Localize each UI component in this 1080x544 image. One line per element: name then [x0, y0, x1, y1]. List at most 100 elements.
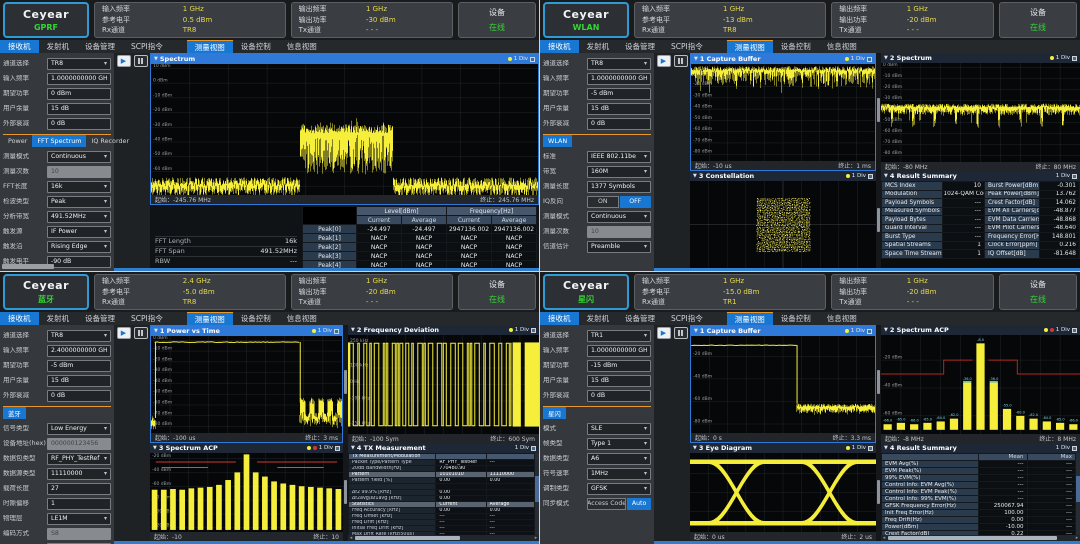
tab-receiver[interactable]: 接收机 [0, 40, 39, 53]
splitter-handle[interactable] [877, 98, 880, 122]
tab-transmitter[interactable]: 发射机 [39, 40, 78, 53]
measure-mode-select[interactable]: Continuous▾ [47, 151, 111, 163]
tab-measure-view[interactable]: 测量视图 [187, 312, 233, 325]
tab-transmitter[interactable]: 发射机 [579, 40, 618, 53]
panel-header-tx-measurement[interactable]: ▼4 TX Measurement1 Div [348, 443, 539, 453]
panel-header-result-summary[interactable]: ▼4 Result Summary1 Div [881, 443, 1080, 453]
tab-info-view[interactable]: 信息视图 [279, 40, 325, 53]
input-frequency-input[interactable]: 1.0000000000 GHz [587, 345, 651, 357]
panel-header-frequency-deviation[interactable]: ▼2 Frequency Deviation1 Div [348, 325, 539, 335]
input-frequency-input[interactable]: 1.0000000000 GHz [587, 73, 651, 85]
measure-mode-select[interactable]: Continuous▾ [587, 211, 651, 223]
panel-header-result-summary[interactable]: ▼4 Result Summary1 Div [881, 171, 1080, 181]
data-type-select[interactable]: A6▾ [587, 453, 651, 465]
trigger-edge-select[interactable]: Rising Edge▾ [47, 241, 111, 253]
pause-button[interactable] [674, 55, 688, 67]
channel-select-select[interactable]: TR8▾ [47, 58, 111, 70]
tab-device-manage[interactable]: 设备管理 [617, 312, 663, 325]
bandwidth-select[interactable]: 160M▾ [587, 166, 651, 178]
play-button[interactable]: ▶ [657, 55, 671, 67]
horizontal-scrollbar[interactable]: ◂▸ [881, 535, 1080, 541]
pause-button[interactable] [134, 327, 148, 339]
plot-capture-buffer[interactable] [691, 336, 875, 433]
subtab-power[interactable]: Power [3, 135, 32, 147]
sync-mode-option-access-code[interactable]: Access Code [587, 498, 626, 510]
mode-tab-sparklink[interactable]: 星闪 [543, 407, 566, 419]
horizontal-scrollbar[interactable]: ◂▸ [348, 535, 539, 541]
expected-power-input[interactable]: -15 dBm [587, 360, 651, 372]
plot-spectrum[interactable] [881, 63, 1080, 162]
plot-constellation[interactable] [690, 181, 876, 268]
pause-button[interactable] [674, 327, 688, 339]
tab-transmitter[interactable]: 发射机 [39, 312, 78, 325]
play-button[interactable]: ▶ [117, 327, 131, 339]
panel-header-constellation[interactable]: ▼3 Constellation1 Div [690, 171, 876, 181]
scrollbar-thumb[interactable] [355, 536, 460, 540]
channel-select-select[interactable]: TR8▾ [47, 330, 111, 342]
external-attenuation-input[interactable]: 0 dB [587, 118, 651, 130]
tab-info-view[interactable]: 信息视图 [819, 312, 865, 325]
tab-device-control[interactable]: 设备控制 [773, 312, 819, 325]
trigger-offset-input[interactable]: 0 [47, 271, 111, 272]
pin-icon[interactable] [335, 446, 340, 451]
panel-header-power-vs-time[interactable]: ▼1 Power vs Time1 Div [151, 326, 342, 336]
mode-select[interactable]: SLE▾ [587, 423, 651, 435]
ceyear-logo[interactable]: CeyearWLAN [543, 2, 629, 38]
subtab-iq-recorder[interactable]: IQ Recorder [86, 135, 134, 147]
ceyear-logo[interactable]: CeyearGPRF [3, 2, 89, 38]
scrollbar-thumb[interactable] [1076, 476, 1080, 502]
external-attenuation-input[interactable]: 0 dB [47, 118, 111, 130]
sidebar-scrollbar[interactable] [2, 264, 54, 269]
pin-icon[interactable] [1072, 56, 1077, 61]
splitter-handle[interactable] [344, 370, 347, 394]
tab-info-view[interactable]: 信息视图 [819, 40, 865, 53]
pin-icon[interactable] [1072, 174, 1077, 179]
subtab-fft-spectrum[interactable]: FFT Spectrum [32, 135, 86, 147]
pause-button[interactable] [134, 55, 148, 67]
expected-power-input[interactable]: -5 dBm [47, 360, 111, 372]
sync-mode-option-auto[interactable]: Auto [627, 498, 651, 510]
trigger-level-input[interactable]: -90 dB [47, 256, 111, 268]
mode-tab-wlan[interactable]: WLAN [543, 135, 572, 147]
plot-spectrum-acp[interactable] [150, 453, 343, 532]
splitter-handle[interactable] [877, 208, 880, 232]
tab-receiver[interactable]: 接收机 [540, 312, 579, 325]
pin-icon[interactable] [531, 446, 536, 451]
pin-icon[interactable] [868, 446, 873, 451]
play-button[interactable]: ▶ [117, 55, 131, 67]
external-attenuation-input[interactable]: 0 dB [587, 390, 651, 402]
tab-scpi[interactable]: SCPI指令 [123, 40, 171, 53]
channel-select-select[interactable]: TR1▾ [587, 330, 651, 342]
trigger-source-select[interactable]: IF Power▾ [47, 226, 111, 238]
channel-select-select[interactable]: TR8▾ [587, 58, 651, 70]
mode-tab-bluetooth[interactable]: 蓝牙 [3, 407, 26, 419]
packet-type-select[interactable]: RF_PHY_TestRef▾ [47, 453, 111, 465]
payload-length-input[interactable]: 27 [47, 483, 111, 495]
panel-splitter[interactable] [343, 443, 348, 541]
tab-device-manage[interactable]: 设备管理 [77, 40, 123, 53]
tab-device-control[interactable]: 设备控制 [233, 312, 279, 325]
pin-icon[interactable] [1072, 446, 1077, 451]
panel-header-capture-buffer[interactable]: ▼1 Capture Buffer1 Div [691, 326, 875, 336]
panel-header-spectrum[interactable]: ▼Spectrum1 Div [151, 54, 538, 64]
input-frequency-input[interactable]: 1.0000000000 GHz [47, 73, 111, 85]
data-source-type-select[interactable]: 11110000▾ [47, 468, 111, 480]
play-button[interactable]: ▶ [657, 327, 671, 339]
tab-device-manage[interactable]: 设备管理 [77, 312, 123, 325]
scroll-left-icon[interactable]: ◂ [881, 535, 887, 541]
plot-frequency-deviation[interactable] [348, 335, 539, 434]
frame-type-select[interactable]: Type 1▾ [587, 438, 651, 450]
panel-splitter[interactable] [876, 171, 881, 268]
channel-estimation-select[interactable]: Preamble▾ [587, 241, 651, 253]
splitter-handle[interactable] [344, 480, 347, 504]
panel-splitter[interactable] [876, 443, 881, 541]
tab-measure-view[interactable]: 测量视图 [727, 40, 773, 53]
expected-power-input[interactable]: 0 dBm [47, 88, 111, 100]
panel-header-spectrum-acp[interactable]: ▼3 Spectrum ACP1 Div [150, 443, 343, 453]
vertical-scrollbar[interactable] [1076, 453, 1080, 535]
tab-device-control[interactable]: 设备控制 [233, 40, 279, 53]
external-attenuation-input[interactable]: 0 dB [47, 390, 111, 402]
detector-type-select[interactable]: Peak▾ [47, 196, 111, 208]
fft-length-select[interactable]: 16k▾ [47, 181, 111, 193]
input-frequency-input[interactable]: 2.4000000000 GHz [47, 345, 111, 357]
